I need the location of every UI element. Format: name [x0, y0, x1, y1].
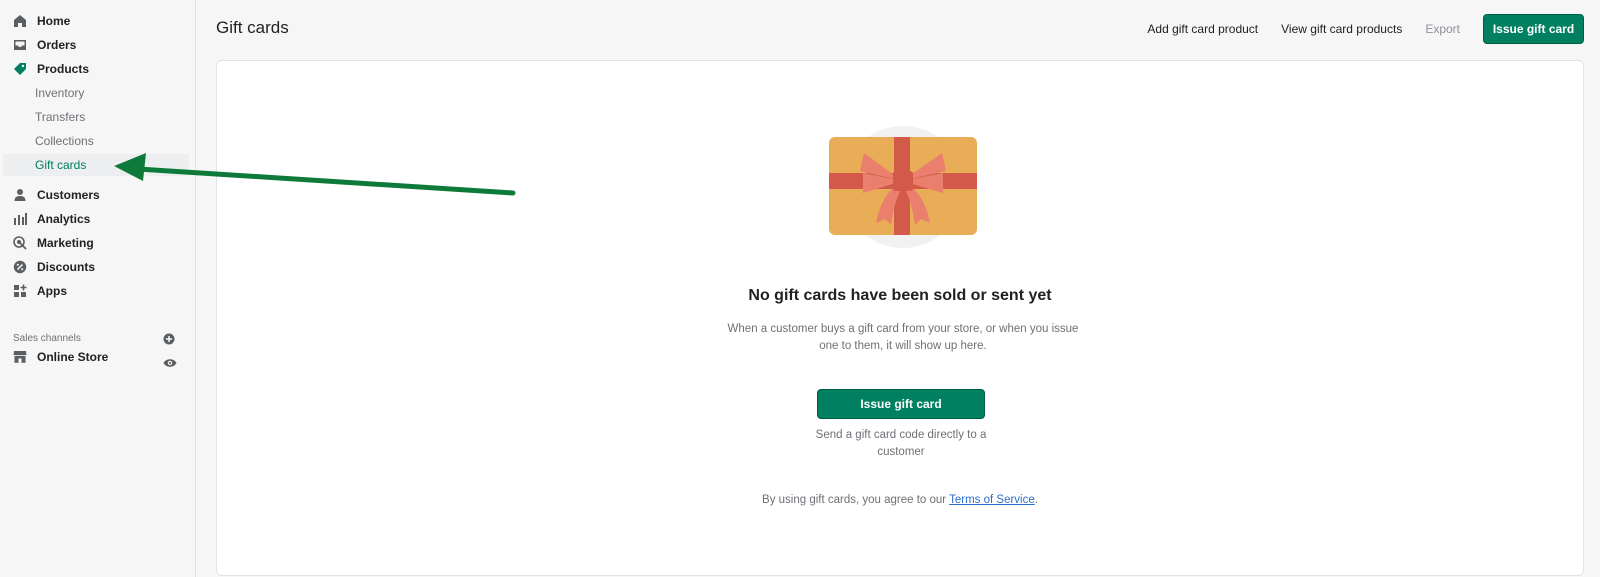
- issue-gift-card-cta-button[interactable]: Issue gift card: [817, 389, 985, 419]
- sidebar-item-analytics[interactable]: Analytics: [0, 208, 190, 230]
- issue-gift-card-button[interactable]: Issue gift card: [1483, 14, 1584, 44]
- add-circle-icon[interactable]: [163, 333, 175, 345]
- sidebar-item-label: Analytics: [37, 212, 91, 226]
- sidebar-item-label: Discounts: [37, 260, 96, 274]
- sidebar-item-discounts[interactable]: Discounts: [0, 256, 190, 278]
- sidebar-item-marketing[interactable]: Marketing: [0, 232, 190, 254]
- target-icon: [12, 235, 28, 251]
- add-gift-card-product-button[interactable]: Add gift card product: [1147, 22, 1258, 36]
- sidebar-item-online-store[interactable]: Online Store: [0, 346, 190, 368]
- empty-state-title: No gift cards have been sold or sent yet: [748, 287, 1052, 304]
- sidebar-item-orders[interactable]: Orders: [0, 34, 190, 56]
- home-icon: [12, 13, 28, 29]
- bar-chart-icon: [12, 211, 28, 227]
- sidebar-item-label: Products: [37, 62, 90, 76]
- gift-card-illustration: [829, 126, 977, 248]
- apps-icon: [12, 283, 28, 299]
- sidebar-item-label: Marketing: [37, 236, 94, 250]
- discount-icon: [12, 259, 28, 275]
- person-icon: [12, 187, 28, 203]
- sidebar-subitem-label: Collections: [35, 134, 94, 148]
- export-button[interactable]: Export: [1425, 22, 1460, 36]
- sidebar-subitem-label: Inventory: [35, 86, 85, 100]
- store-icon: [12, 349, 28, 365]
- sidebar-item-label: Online Store: [37, 350, 109, 364]
- sidebar-subitem-collections[interactable]: Collections: [0, 130, 190, 152]
- sidebar-subitem-label: Transfers: [35, 110, 86, 124]
- inbox-icon: [12, 37, 28, 53]
- eye-icon[interactable]: [163, 358, 177, 368]
- terms-of-service-link[interactable]: Terms of Service: [949, 494, 1035, 506]
- sales-channels-label: Sales channels: [13, 333, 81, 344]
- view-gift-card-products-button[interactable]: View gift card products: [1281, 22, 1402, 36]
- page-actions: Add gift card product View gift card pro…: [1147, 14, 1584, 44]
- terms-suffix: .: [1034, 494, 1038, 506]
- terms-notice: By using gift cards, you agree to our Te…: [217, 494, 1583, 506]
- sidebar-item-label: Apps: [37, 284, 67, 298]
- sidebar-subitem-inventory[interactable]: Inventory: [0, 82, 190, 104]
- empty-state-description: When a customer buys a gift card from yo…: [727, 323, 1079, 352]
- sidebar-item-label: Home: [37, 14, 71, 28]
- sidebar-item-label: Customers: [37, 188, 100, 202]
- sidebar-item-customers[interactable]: Customers: [0, 184, 190, 206]
- empty-state-card: No gift cards have been sold or sent yet…: [216, 60, 1584, 576]
- sidebar-item-apps[interactable]: Apps: [0, 280, 190, 302]
- sidebar-subitem-gift-cards[interactable]: Gift cards: [3, 154, 189, 176]
- sidebar-subitem-label: Gift cards: [35, 158, 87, 172]
- sidebar-item-home[interactable]: Home: [0, 10, 190, 32]
- sidebar-item-products[interactable]: Products: [0, 58, 190, 80]
- page-title: Gift cards: [216, 18, 289, 37]
- terms-prefix: By using gift cards, you agree to our: [762, 494, 950, 506]
- sidebar-item-label: Orders: [37, 38, 77, 52]
- sidebar-subitem-transfers[interactable]: Transfers: [0, 106, 190, 128]
- tag-icon: [12, 61, 28, 77]
- issue-gift-card-help-text: Send a gift card code directly to a cust…: [815, 429, 987, 458]
- sidebar: Home Orders Products Inventory Transfers…: [0, 0, 196, 577]
